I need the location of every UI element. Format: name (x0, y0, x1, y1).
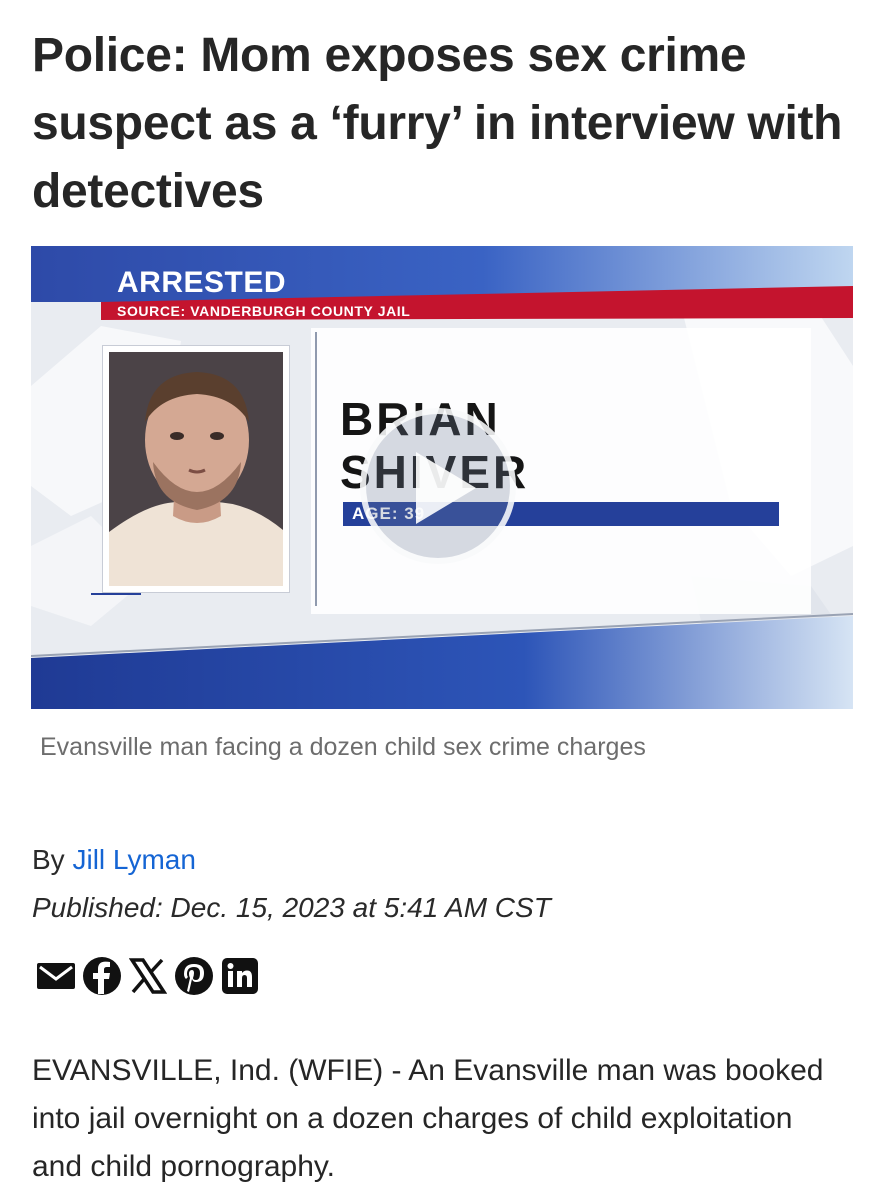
email-icon[interactable] (36, 956, 76, 996)
pinterest-icon[interactable] (174, 956, 214, 996)
article-body: EVANSVILLE, Ind. (WFIE) - An Evansville … (32, 1054, 824, 1183)
byline: By Jill Lyman (32, 843, 196, 877)
mugshot-photo (109, 352, 283, 586)
published-date: Published: Dec. 15, 2023 at 5:41 AM CST (32, 892, 551, 923)
mugshot-frame (103, 346, 289, 592)
facebook-icon[interactable] (82, 956, 122, 996)
linkedin-icon[interactable] (220, 956, 260, 996)
article-headline: Police: Mom exposes sex crime suspect as… (32, 29, 843, 218)
arrested-tag: ARRESTED (117, 266, 287, 299)
image-caption: Evansville man facing a dozen child sex … (40, 733, 646, 761)
author-link[interactable]: Jill Lyman (72, 844, 195, 875)
share-bar (36, 954, 260, 998)
x-icon[interactable] (128, 956, 168, 996)
byline-prefix: By (32, 844, 65, 875)
play-icon[interactable] (360, 408, 516, 564)
source-label: SOURCE: VANDERBURGH COUNTY JAIL (117, 303, 411, 319)
